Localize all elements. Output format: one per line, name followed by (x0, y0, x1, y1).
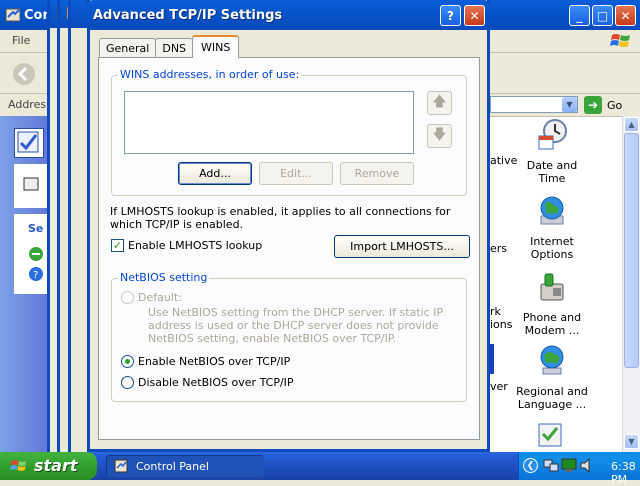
go-arrow-icon[interactable]: ➔ (584, 96, 602, 114)
monitor-icon[interactable] (561, 458, 577, 473)
item-label: Date and Time (526, 159, 578, 185)
netbios-group-title: NetBIOS setting (118, 271, 210, 284)
switch-view-panel[interactable] (14, 164, 48, 208)
dialog-titlebar[interactable]: Advanced TCP/IP Settings ? ✕ (87, 0, 490, 30)
dialog-title: Advanced TCP/IP Settings (93, 8, 283, 23)
item-label: Regional and Language ... (516, 385, 588, 411)
scroll-thumb[interactable] (624, 133, 639, 368)
see-also-label: Se (28, 222, 44, 235)
back-icon[interactable] (12, 62, 36, 86)
scheduled-tasks-icon (538, 423, 562, 447)
tasks-pane: Se ? (0, 116, 50, 452)
netbios-enable-radio[interactable] (121, 355, 134, 368)
move-up-button[interactable]: 🡅 (427, 91, 452, 115)
item-phone-and-modem[interactable]: Phone and Modem ... (512, 270, 592, 337)
item-label: Phone and Modem ... (522, 311, 582, 337)
help-icon[interactable]: ? (28, 266, 44, 282)
import-lmhosts-button[interactable]: Import LMHOSTS... (334, 235, 470, 258)
advanced-tcpip-dialog: Advanced TCP/IP Settings ? ✕ General DNS… (87, 0, 490, 452)
lmhosts-checkbox-label[interactable]: Enable LMHOSTS lookup (128, 239, 262, 252)
lmhosts-checkbox[interactable]: ✓ (111, 239, 124, 252)
item-regional-and-language[interactable]: Regional and Language ... (512, 344, 592, 411)
add-button[interactable]: Add... (178, 162, 252, 185)
globe-clock-icon (540, 345, 564, 375)
taskbar-item-label: Control Panel (136, 460, 209, 473)
minimize-button[interactable]: _ (569, 5, 590, 26)
edit-button[interactable]: Edit... (259, 162, 333, 185)
volume-icon[interactable] (579, 458, 595, 473)
item-label: Internet Options (530, 235, 574, 261)
control-panel-icon (114, 459, 128, 473)
taskbar-item-control-panel[interactable]: Control Panel (106, 455, 264, 477)
scroll-down-icon[interactable]: ▼ (624, 434, 639, 449)
close-button[interactable]: ✕ (615, 5, 636, 26)
clock-icon (538, 119, 567, 150)
item-date-and-time[interactable]: Date and Time (512, 118, 592, 185)
wins-address-list[interactable] (124, 91, 414, 154)
vertical-scrollbar[interactable]: ▲ ▼ (622, 116, 640, 452)
scroll-up-icon[interactable]: ▲ (624, 117, 639, 132)
go-label[interactable]: Go (607, 99, 622, 112)
partial-item-label: ions (490, 318, 513, 331)
wins-addresses-title: WINS addresses, in order of use: (118, 68, 302, 81)
taskbar: start Control Panel ❮ 6:38 PM (0, 452, 640, 486)
netbios-enable-label[interactable]: Enable NetBIOS over TCP/IP (138, 355, 290, 368)
radio-selected-dot (125, 359, 130, 364)
start-label: start (34, 456, 78, 475)
globe-icon (540, 196, 564, 225)
chevron-down-icon[interactable]: ▼ (562, 97, 577, 112)
partial-item-label: rk (490, 305, 501, 318)
menu-file[interactable]: File (12, 34, 30, 47)
tab-general[interactable]: General (99, 38, 157, 58)
show-hidden-icons-icon[interactable]: ❮ (523, 458, 538, 473)
windows-update-icon[interactable] (28, 246, 44, 262)
netbios-disable-label[interactable]: Disable NetBIOS over TCP/IP (138, 376, 294, 389)
item-internet-options[interactable]: Internet Options (512, 194, 592, 261)
maximize-button[interactable]: □ (592, 5, 613, 26)
netbios-default-radio[interactable] (121, 291, 134, 304)
help-button[interactable]: ? (440, 5, 461, 26)
svg-text:?: ? (33, 270, 38, 281)
remove-button[interactable]: Remove (340, 162, 414, 185)
netbios-disable-radio[interactable] (121, 376, 134, 389)
windows-logo-icon (610, 34, 630, 47)
netbios-default-label: Default: (138, 291, 182, 304)
tab-strip: General DNS WINS (99, 35, 240, 58)
clock[interactable]: 6:38 PM (611, 460, 640, 486)
netbios-default-desc: Use NetBIOS setting from the DHCP server… (148, 306, 444, 345)
phone-icon (540, 273, 564, 301)
close-button[interactable]: ✕ (464, 5, 485, 26)
control-panel-icon (5, 8, 21, 22)
start-button[interactable]: start (0, 452, 97, 480)
partial-item-label: ers (490, 242, 508, 255)
windows-logo-icon (10, 460, 27, 471)
tab-wins[interactable]: WINS (192, 35, 240, 58)
see-also-panel: Se ? (14, 214, 48, 294)
address-label: Addres (8, 98, 47, 111)
control-panel-large-icon (14, 128, 44, 158)
tab-dns[interactable]: DNS (155, 38, 194, 58)
partial-item-label: ver (490, 380, 508, 393)
network-icon[interactable] (543, 458, 559, 473)
move-down-button[interactable]: 🡇 (427, 124, 452, 148)
lmhosts-info-text: If LMHOSTS lookup is enabled, it applies… (110, 205, 451, 231)
system-tray: ❮ 6:38 PM (518, 452, 640, 486)
